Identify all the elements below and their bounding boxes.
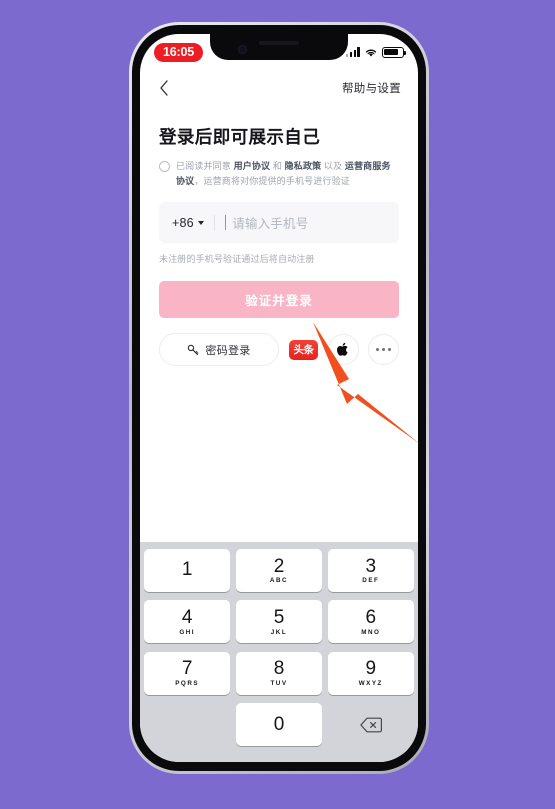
key-1[interactable]: 1: [144, 549, 231, 592]
phone-number-input-group[interactable]: +86 请输入手机号: [159, 202, 399, 244]
backspace-icon: [360, 717, 382, 732]
keyboard-row: 7 PQRS 8 TUV 9 WXYZ: [144, 651, 414, 695]
key-blank-left: [144, 703, 230, 746]
key-letters: MNO: [361, 628, 381, 636]
status-bar: 16:05: [140, 34, 418, 68]
key-letters: PQRS: [175, 680, 200, 688]
agreement-row: 已阅读并同意 用户协议 和 隐私政策 以及 运营商服务协议，运营商将对你提供的手…: [159, 159, 399, 188]
key-number: 8: [273, 658, 285, 680]
page-title: 登录后即可展示自己: [159, 127, 321, 147]
key-letters: GHI: [179, 628, 196, 636]
key-6[interactable]: 6 MNO: [327, 600, 414, 644]
phone-device-frame: 16:05 帮助与设置 登录后即可展示自己 已阅读并同意 用户协议 和 隐私政策…: [129, 22, 429, 774]
verify-and-login-button[interactable]: 验证并登录: [159, 281, 399, 319]
key-letters: JKL: [270, 628, 288, 636]
agreement-checkbox[interactable]: [159, 161, 170, 172]
alternate-login-row: 密码登录 头条: [159, 333, 399, 367]
status-time-recording-pill: 16:05: [154, 42, 203, 62]
text-cursor: [224, 215, 227, 231]
key-number: 0: [273, 713, 285, 735]
chevron-down-icon: [197, 220, 204, 225]
key-number: 9: [365, 658, 377, 680]
key-3[interactable]: 3 DEF: [327, 549, 414, 592]
auto-register-hint: 未注册的手机号验证通过后将自动注册: [159, 254, 315, 265]
password-login-label: 密码登录: [205, 344, 251, 357]
country-code-value: +86: [172, 215, 194, 230]
toutiao-logo-label: 头条: [289, 339, 318, 360]
key-2[interactable]: 2 ABC: [235, 549, 323, 592]
key-4[interactable]: 4 GHI: [144, 600, 231, 644]
key-letters: ABC: [269, 577, 289, 585]
key-letters: TUV: [270, 680, 288, 688]
field-divider: [213, 214, 215, 231]
country-code-selector[interactable]: +86: [172, 216, 204, 230]
password-login-button[interactable]: 密码登录: [159, 333, 279, 367]
key-number: 4: [181, 606, 193, 628]
key-0[interactable]: 0: [235, 703, 323, 746]
keyboard-row: 1 2 ABC 3 DEF: [144, 549, 414, 592]
login-content: 登录后即可展示自己 已阅读并同意 用户协议 和 隐私政策 以及 运营商服务协议，…: [140, 108, 418, 367]
help-and-settings-link[interactable]: 帮助与设置: [342, 80, 401, 96]
numeric-keyboard: 1 2 ABC 3 DEF 4 GHI 5 JKL 6 MNO 7 PQRS 8…: [140, 542, 418, 762]
agreement-conj-1: 和: [272, 161, 282, 171]
user-agreement-link[interactable]: 用户协议: [234, 161, 271, 171]
toutiao-login-icon[interactable]: 头条: [288, 334, 319, 365]
apple-icon: [337, 342, 348, 356]
battery-icon: [382, 46, 407, 58]
keyboard-row: 0: [144, 703, 414, 746]
key-number: 3: [365, 555, 377, 577]
agreement-text: 已阅读并同意 用户协议 和 隐私政策 以及 运营商服务协议，运营商将对你提供的手…: [176, 159, 399, 188]
key-number: 7: [181, 658, 193, 680]
key-number: 5: [273, 606, 285, 628]
key-number: 6: [365, 606, 377, 628]
key-icon: [188, 344, 199, 355]
apple-login-icon[interactable]: [328, 334, 359, 366]
key-number: 2: [273, 555, 285, 577]
key-7[interactable]: 7 PQRS: [144, 651, 231, 695]
status-icons: [345, 46, 407, 58]
phone-screen: 16:05 帮助与设置 登录后即可展示自己 已阅读并同意 用户协议 和 隐私政策…: [140, 34, 418, 762]
key-letters: WXYZ: [358, 680, 383, 688]
wifi-icon: [365, 49, 377, 57]
keyboard-row: 4 GHI 5 JKL 6 MNO: [144, 600, 414, 644]
key-9[interactable]: 9 WXYZ: [327, 651, 414, 695]
privacy-policy-link[interactable]: 隐私政策: [285, 161, 322, 171]
agreement-conj-2: 以及: [323, 161, 343, 171]
key-delete[interactable]: [328, 703, 414, 746]
phone-input[interactable]: 请输入手机号: [232, 213, 308, 232]
agreement-suffix: ，运营商将对你提供的手机号进行验证: [194, 175, 350, 186]
phone-bezel: 16:05 帮助与设置 登录后即可展示自己 已阅读并同意 用户协议 和 隐私政策…: [132, 25, 426, 771]
key-5[interactable]: 5 JKL: [235, 600, 323, 644]
chevron-left-icon[interactable]: [157, 78, 171, 98]
key-number: 1: [181, 559, 193, 581]
key-letters: DEF: [362, 577, 380, 585]
signal-icon: [345, 47, 360, 57]
ellipsis-icon: [376, 348, 391, 352]
key-8[interactable]: 8 TUV: [235, 651, 323, 695]
navigation-bar: 帮助与设置: [140, 68, 418, 108]
agreement-prefix: 已阅读并同意: [176, 161, 231, 171]
more-login-options-icon[interactable]: [368, 334, 399, 366]
